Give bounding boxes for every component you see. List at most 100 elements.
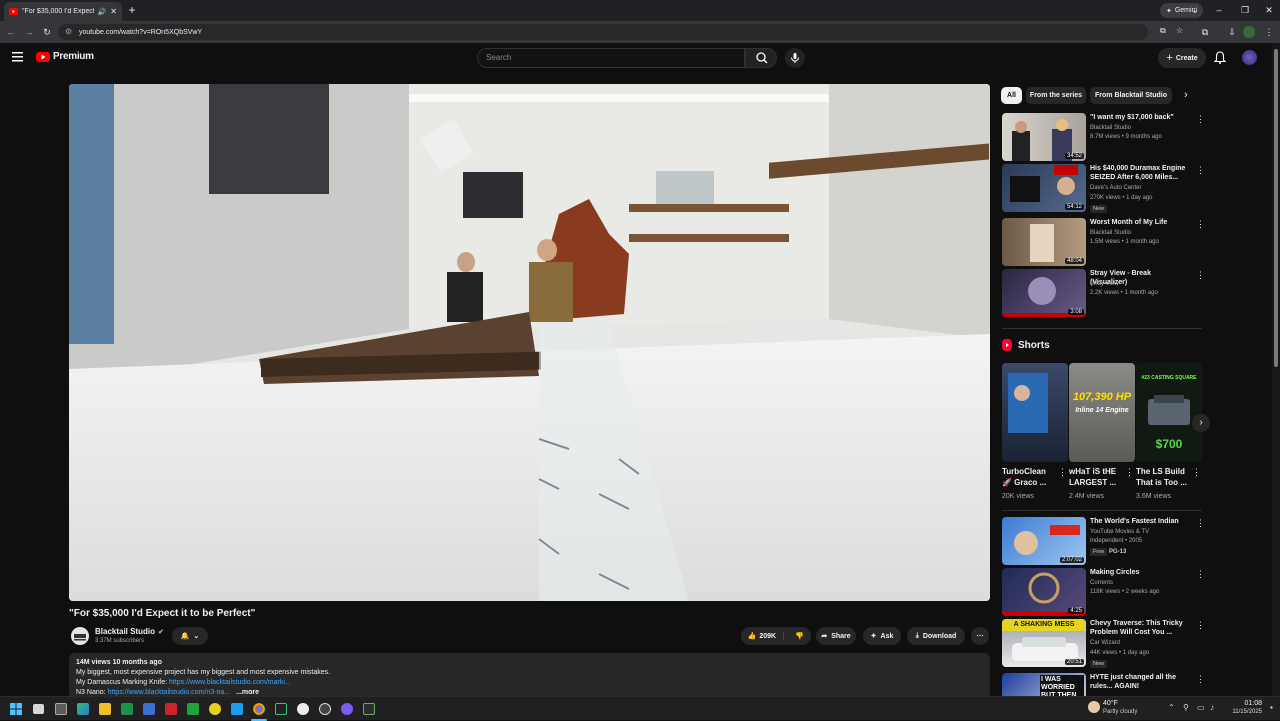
more-actions-button[interactable]: ⋯ xyxy=(971,627,989,645)
knife-link[interactable]: https://www.blacktailstudio.com/marki... xyxy=(169,679,291,686)
forward-icon[interactable]: → xyxy=(22,25,36,39)
minimize-button[interactable]: – xyxy=(1212,3,1226,17)
download-button[interactable]: ⤓ Download xyxy=(907,627,965,645)
nano-link[interactable]: https://www.blacktailstudio.com/n3-na... xyxy=(108,689,231,696)
clock-time[interactable]: 01:08 xyxy=(1228,700,1262,707)
notification-center-icon[interactable]: ▪ xyxy=(1270,703,1273,712)
more-vert-icon[interactable]: ⋮ xyxy=(1125,467,1134,478)
recommendation-item[interactable]: I WAS WORRIED BUT THEN HYTE just changed… xyxy=(1002,673,1202,696)
maximize-button[interactable]: ❐ xyxy=(1238,3,1252,17)
more-vert-icon[interactable]: ⋮ xyxy=(1196,166,1205,175)
scrollbar-thumb[interactable] xyxy=(1274,49,1278,367)
channel-name-link[interactable]: Blacktail Studio ✔ xyxy=(95,627,164,636)
chip-from-channel[interactable]: From Blacktail Studio xyxy=(1090,87,1172,104)
tab-audio-icon[interactable]: 🔊 xyxy=(98,8,107,16)
display-icon[interactable]: ▭ xyxy=(1197,703,1205,712)
recommendation-item[interactable]: 48:04 Worst Month of My Life Blacktail S… xyxy=(1002,218,1205,266)
new-tab-button[interactable]: + xyxy=(126,4,138,16)
tab-close-icon[interactable]: ✕ xyxy=(110,7,117,16)
page-scrollbar[interactable] xyxy=(1272,43,1280,696)
edge-icon[interactable] xyxy=(77,703,89,715)
extensions-icon[interactable]: ⧉ xyxy=(1198,25,1212,39)
address-bar[interactable]: ⚙ youtube.com/watch?v=ROn5XQbSVwY ⧉ ☆ xyxy=(58,24,1183,40)
clock-date[interactable]: 11/15/2025 xyxy=(1222,709,1262,715)
share-button[interactable]: ➦ Share xyxy=(816,627,856,645)
more-link[interactable]: ...more xyxy=(236,689,259,696)
recommendation-item[interactable]: 3:08 Stray View - Break (Visualizer) Str… xyxy=(1002,269,1205,317)
tray-chevron-icon[interactable]: ⌃ xyxy=(1168,703,1175,712)
subscribed-bell-button[interactable]: 🔔 ⌄ xyxy=(172,627,208,645)
video-thumbnail[interactable]: 3:08 xyxy=(1002,269,1086,317)
app-purple-icon[interactable] xyxy=(341,703,353,715)
channel-avatar[interactable] xyxy=(71,627,89,645)
widgets-icon[interactable] xyxy=(55,703,67,715)
recommendation-item[interactable]: 2:07:02 The World's Fastest Indian YouTu… xyxy=(1002,517,1205,565)
description-box[interactable]: 14M views 10 months ago My biggest, most… xyxy=(69,653,990,699)
weather-icon[interactable] xyxy=(1088,701,1100,713)
close-window-button[interactable]: ✕ xyxy=(1262,3,1276,17)
bookmark-star-icon[interactable]: ☆ xyxy=(1176,26,1183,35)
notifications-bell-icon[interactable] xyxy=(1214,51,1226,64)
video-thumbnail[interactable]: 54:12 xyxy=(1002,164,1086,212)
shorts-next-arrow-icon[interactable]: › xyxy=(1192,414,1210,432)
more-vert-icon[interactable]: ⋮ xyxy=(1196,621,1205,630)
browser-tab[interactable]: "For $35,000 I'd Expect it to… 🔊 ✕ xyxy=(4,2,122,21)
volume-icon[interactable]: ♪ xyxy=(1210,703,1214,712)
like-button[interactable]: 👍 209K xyxy=(741,632,784,640)
terminal-icon[interactable] xyxy=(363,703,375,715)
video-thumbnail[interactable]: I WAS WORRIED BUT THEN xyxy=(1002,673,1086,696)
more-vert-icon[interactable]: ⋮ xyxy=(1196,115,1205,124)
short-thumbnail[interactable]: #23 CASTING SQUARE $700 xyxy=(1136,363,1202,462)
app-circle-icon[interactable] xyxy=(297,703,309,715)
recommendation-item[interactable]: A SHAKING MESS 20:51 Chevy Traverse: Thi… xyxy=(1002,619,1205,668)
search-button[interactable] xyxy=(745,48,777,68)
chip-from-series[interactable]: From the series xyxy=(1026,87,1086,104)
chip-all[interactable]: All xyxy=(1001,87,1022,104)
app-gear-icon[interactable] xyxy=(319,703,331,715)
create-button[interactable]: + Create xyxy=(1158,48,1206,68)
short-thumbnail[interactable] xyxy=(1002,363,1068,462)
file-explorer-icon[interactable] xyxy=(99,703,111,715)
voice-search-button[interactable] xyxy=(785,48,805,68)
recommendation-item[interactable]: 4:25 Making Circles Currents 118K views … xyxy=(1002,568,1205,616)
weather-temp[interactable]: 40°F xyxy=(1103,700,1118,707)
site-info-icon[interactable]: ⚙ xyxy=(65,27,72,36)
video-thumbnail[interactable]: 34:52 xyxy=(1002,113,1086,161)
network-icon[interactable]: ⚲ xyxy=(1183,703,1189,712)
task-view-icon[interactable] xyxy=(33,704,44,714)
acrobat-icon[interactable] xyxy=(165,703,177,715)
browser-menu-icon[interactable]: ⋮ xyxy=(1262,25,1276,39)
video-thumbnail[interactable]: 48:04 xyxy=(1002,218,1086,266)
short-item[interactable]: TurboClean 🚀 Graco ... 20K views ⋮ xyxy=(1002,363,1068,501)
short-item[interactable]: 107,390 HP Inline 14 Engine wHaT iS tHE … xyxy=(1069,363,1135,501)
start-menu-icon[interactable] xyxy=(10,703,22,715)
weather-desc[interactable]: Partly cloudy xyxy=(1103,709,1137,715)
more-vert-icon[interactable]: ⋮ xyxy=(1192,467,1201,478)
video-player[interactable] xyxy=(69,84,990,601)
cast-icon[interactable]: ⧉ xyxy=(1160,26,1166,36)
more-vert-icon[interactable]: ⋮ xyxy=(1196,519,1205,528)
downloads-icon[interactable]: ⇩ xyxy=(1225,25,1239,39)
dislike-button[interactable]: 👎 xyxy=(788,632,811,640)
more-vert-icon[interactable]: ⋮ xyxy=(1196,271,1205,280)
hamburger-menu-icon[interactable] xyxy=(12,52,23,62)
app-blue-icon[interactable] xyxy=(231,703,243,715)
app-yellow-icon[interactable] xyxy=(209,703,221,715)
recommendation-item[interactable]: 34:52 "I want my $17,000 back" Blacktail… xyxy=(1002,113,1205,161)
back-icon[interactable]: ← xyxy=(4,25,18,39)
video-thumbnail[interactable]: 2:07:02 xyxy=(1002,517,1086,565)
reload-icon[interactable]: ↻ xyxy=(40,25,54,39)
more-vert-icon[interactable]: ⋮ xyxy=(1196,675,1202,684)
search-input[interactable]: Search xyxy=(477,48,745,68)
excel-icon[interactable] xyxy=(121,703,133,715)
profile-avatar[interactable] xyxy=(1243,26,1255,38)
short-item[interactable]: #23 CASTING SQUARE $700 The LS Build Tha… xyxy=(1136,363,1202,501)
more-vert-icon[interactable]: ⋮ xyxy=(1196,570,1205,579)
short-thumbnail[interactable]: 107,390 HP Inline 14 Engine xyxy=(1069,363,1135,462)
tab-search-icon[interactable]: ⌄ xyxy=(1188,3,1202,17)
app-green-icon[interactable] xyxy=(187,703,199,715)
more-vert-icon[interactable]: ⋮ xyxy=(1058,467,1067,478)
media-player-icon[interactable] xyxy=(275,703,287,715)
word-icon[interactable] xyxy=(143,703,155,715)
video-thumbnail[interactable]: 4:25 xyxy=(1002,568,1086,616)
